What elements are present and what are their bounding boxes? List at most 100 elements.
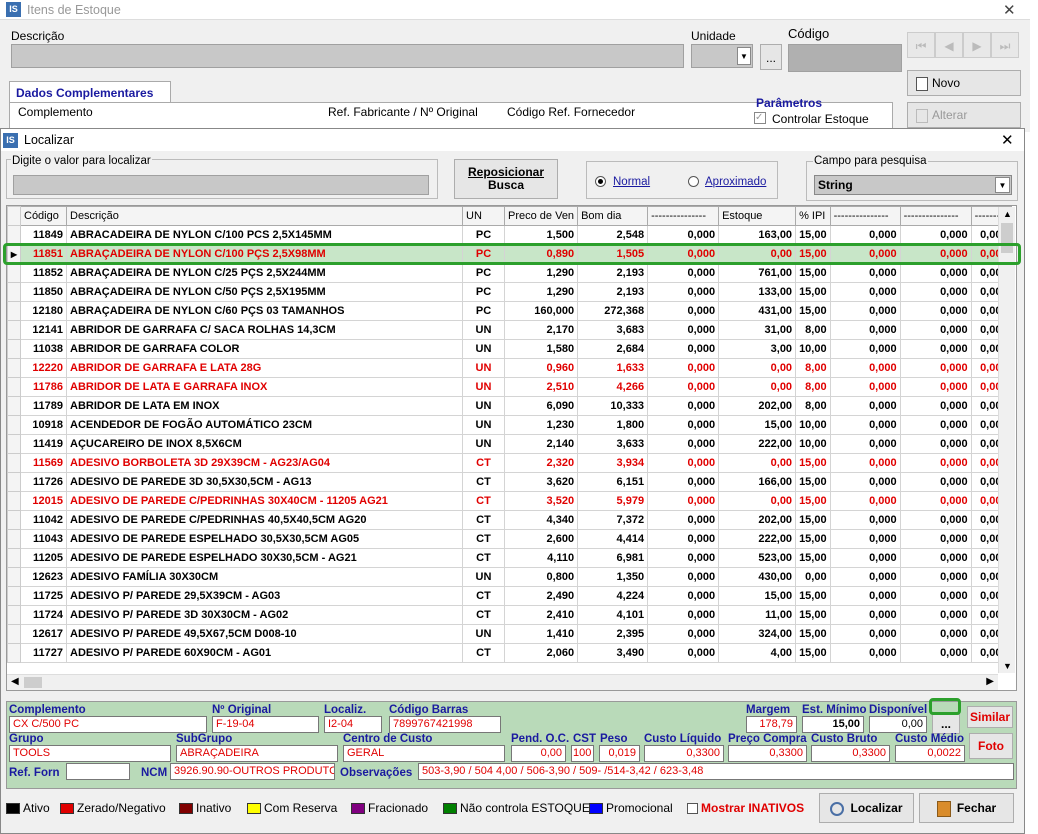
cell-un[interactable]: UN xyxy=(462,415,505,435)
cell-blank-1[interactable]: 0,000 xyxy=(647,624,720,644)
reposicionar-busca-button[interactable]: Reposicionar Busca xyxy=(454,159,558,199)
cell-blank-1[interactable]: 0,000 xyxy=(647,586,720,606)
row-indicator-cell[interactable] xyxy=(7,282,21,302)
cell-ipi[interactable]: 15,00 xyxy=(795,510,831,530)
cell-blank-1[interactable]: 0,000 xyxy=(647,548,720,568)
controlar-estoque-checkbox[interactable]: ✓ xyxy=(754,112,766,124)
cell-ipi[interactable]: 15,00 xyxy=(795,453,831,473)
cell-blank-3[interactable]: 0,000 xyxy=(899,434,972,454)
cell-descricao[interactable]: ABRIDOR DE GARRAFA C/ SACA ROLHAS 14,3CM xyxy=(66,320,463,340)
cell-un[interactable]: UN xyxy=(462,624,505,644)
cell-preco-venda[interactable]: 1,500 xyxy=(503,225,579,245)
cell-bom-dia[interactable]: 3,490 xyxy=(577,643,649,663)
horizontal-scrollbar[interactable]: ◀ ▶ xyxy=(7,674,998,690)
alterar-button[interactable]: Alterar xyxy=(907,102,1021,128)
cell-estoque[interactable]: 523,00 xyxy=(718,548,797,568)
cell-ipi[interactable]: 15,00 xyxy=(795,263,831,283)
table-row[interactable]: 12220 ABRIDOR DE GARRAFA E LATA 28G UN 0,96… xyxy=(7,358,1012,378)
cell-estoque[interactable]: 0,00 xyxy=(718,377,797,397)
cell-preco-venda[interactable]: 160,000 xyxy=(503,301,579,321)
scroll-down-icon[interactable]: ▼ xyxy=(1003,661,1012,671)
unidade-ellipsis-button[interactable]: ... xyxy=(760,44,782,70)
row-indicator-cell[interactable] xyxy=(7,605,21,625)
cell-un[interactable]: CT xyxy=(462,586,505,606)
cell-preco-venda[interactable]: 1,230 xyxy=(503,415,579,435)
cell-estoque[interactable]: 222,00 xyxy=(718,434,797,454)
table-row[interactable]: 11043 ADESIVO DE PAREDE ESPELHADO 30,5X30… xyxy=(7,529,1012,549)
cell-bom-dia[interactable]: 6,981 xyxy=(577,548,649,568)
cell-preco-venda[interactable]: 0,800 xyxy=(503,567,579,587)
cell-un[interactable]: PC xyxy=(462,263,505,283)
cell-bom-dia[interactable]: 2,193 xyxy=(577,282,649,302)
cell-un[interactable]: UN xyxy=(462,320,505,340)
cell-ipi[interactable]: 0,00 xyxy=(795,567,831,587)
radio-normal[interactable] xyxy=(595,176,606,187)
header-blank-3[interactable]: --------------- xyxy=(899,206,972,226)
row-indicator-cell[interactable] xyxy=(7,415,21,435)
cell-estoque[interactable]: 166,00 xyxy=(718,472,797,492)
header-estoque[interactable]: Estoque xyxy=(718,206,797,226)
cell-blank-1[interactable]: 0,000 xyxy=(647,301,720,321)
cell-blank-1[interactable]: 0,000 xyxy=(647,358,720,378)
header-descricao[interactable]: Descrição xyxy=(66,206,463,226)
table-row[interactable]: 11419 AÇUCAREIRO DE INOX 8,5X6CM UN 2,140 3,… xyxy=(7,434,1012,454)
cell-estoque[interactable]: 15,00 xyxy=(718,415,797,435)
cell-blank-2[interactable]: 0,000 xyxy=(829,624,901,644)
cell-descricao[interactable]: ADESIVO DE PAREDE ESPELHADO 30X30,5CM - … xyxy=(66,548,463,568)
cell-ipi[interactable]: 15,00 xyxy=(795,548,831,568)
cell-codigo[interactable]: 11724 xyxy=(20,605,67,625)
scroll-left-icon[interactable]: ◀ xyxy=(11,676,19,687)
cell-ipi[interactable]: 15,00 xyxy=(795,282,831,302)
novo-button[interactable]: Novo xyxy=(907,70,1021,96)
table-row[interactable]: 12141 ABRIDOR DE GARRAFA C/ SACA ROLHAS 1… xyxy=(7,320,1012,340)
cell-ipi[interactable]: 15,00 xyxy=(795,529,831,549)
cell-bom-dia[interactable]: 4,414 xyxy=(577,529,649,549)
n-original-value[interactable]: F-19-04 xyxy=(212,716,319,733)
dialog-close-icon[interactable]: ✕ xyxy=(1001,131,1014,149)
cell-bom-dia[interactable]: 2,548 xyxy=(577,225,649,245)
fechar-button[interactable]: Fechar xyxy=(919,793,1014,823)
peso-value[interactable]: 0,019 xyxy=(599,745,640,762)
row-indicator-cell[interactable] xyxy=(7,586,21,606)
cell-un[interactable]: CT xyxy=(462,453,505,473)
cell-blank-2[interactable]: 0,000 xyxy=(829,510,901,530)
cell-un[interactable]: PC xyxy=(462,282,505,302)
cell-codigo[interactable]: 12141 xyxy=(20,320,67,340)
cell-blank-1[interactable]: 0,000 xyxy=(647,396,720,416)
nav-first-button[interactable]: ⏮ xyxy=(907,32,935,58)
table-row[interactable]: 11852 ABRAÇADEIRA DE NYLON C/25 PÇS 2,5X2… xyxy=(7,263,1012,283)
row-indicator-cell[interactable] xyxy=(7,529,21,549)
cell-codigo[interactable]: 11789 xyxy=(20,396,67,416)
cell-descricao[interactable]: ADESIVO DE PAREDE 3D 30,5X30,5CM - AG13 xyxy=(66,472,463,492)
row-indicator-cell[interactable] xyxy=(7,434,21,454)
cell-un[interactable]: CT xyxy=(462,605,505,625)
cell-blank-3[interactable]: 0,000 xyxy=(899,339,972,359)
cell-codigo[interactable]: 11725 xyxy=(20,586,67,606)
cell-blank-2[interactable]: 0,000 xyxy=(829,548,901,568)
cell-blank-1[interactable]: 0,000 xyxy=(647,415,720,435)
cell-blank-3[interactable]: 0,000 xyxy=(899,320,972,340)
cell-estoque[interactable]: 163,00 xyxy=(718,225,797,245)
campo-select[interactable]: String ▼ xyxy=(814,175,1012,195)
cell-preco-venda[interactable]: 1,290 xyxy=(503,263,579,283)
cell-blank-1[interactable]: 0,000 xyxy=(647,529,720,549)
hscroll-thumb[interactable] xyxy=(24,677,42,688)
cell-codigo[interactable]: 11042 xyxy=(20,510,67,530)
radio-aproximado-label[interactable]: Aproximado xyxy=(705,176,766,188)
cell-preco-venda[interactable]: 2,490 xyxy=(503,586,579,606)
cell-estoque[interactable]: 31,00 xyxy=(718,320,797,340)
cell-blank-2[interactable]: 0,000 xyxy=(829,567,901,587)
custo-medio-value[interactable]: 0,0022 xyxy=(895,745,965,762)
cell-ipi[interactable]: 8,00 xyxy=(795,396,831,416)
cell-codigo[interactable]: 12180 xyxy=(20,301,67,321)
cell-blank-2[interactable]: 0,000 xyxy=(829,263,901,283)
cell-estoque[interactable]: 202,00 xyxy=(718,510,797,530)
cell-blank-3[interactable]: 0,000 xyxy=(899,358,972,378)
observacoes-value[interactable]: 503-3,90 / 504 4,00 / 506-3,90 / 509- /5… xyxy=(418,763,1014,780)
row-indicator-cell[interactable] xyxy=(7,339,21,359)
cell-estoque[interactable]: 431,00 xyxy=(718,301,797,321)
cell-un[interactable]: CT xyxy=(462,529,505,549)
cell-codigo[interactable]: 10918 xyxy=(20,415,67,435)
cell-ipi[interactable]: 10,00 xyxy=(795,434,831,454)
cell-un[interactable]: UN xyxy=(462,567,505,587)
